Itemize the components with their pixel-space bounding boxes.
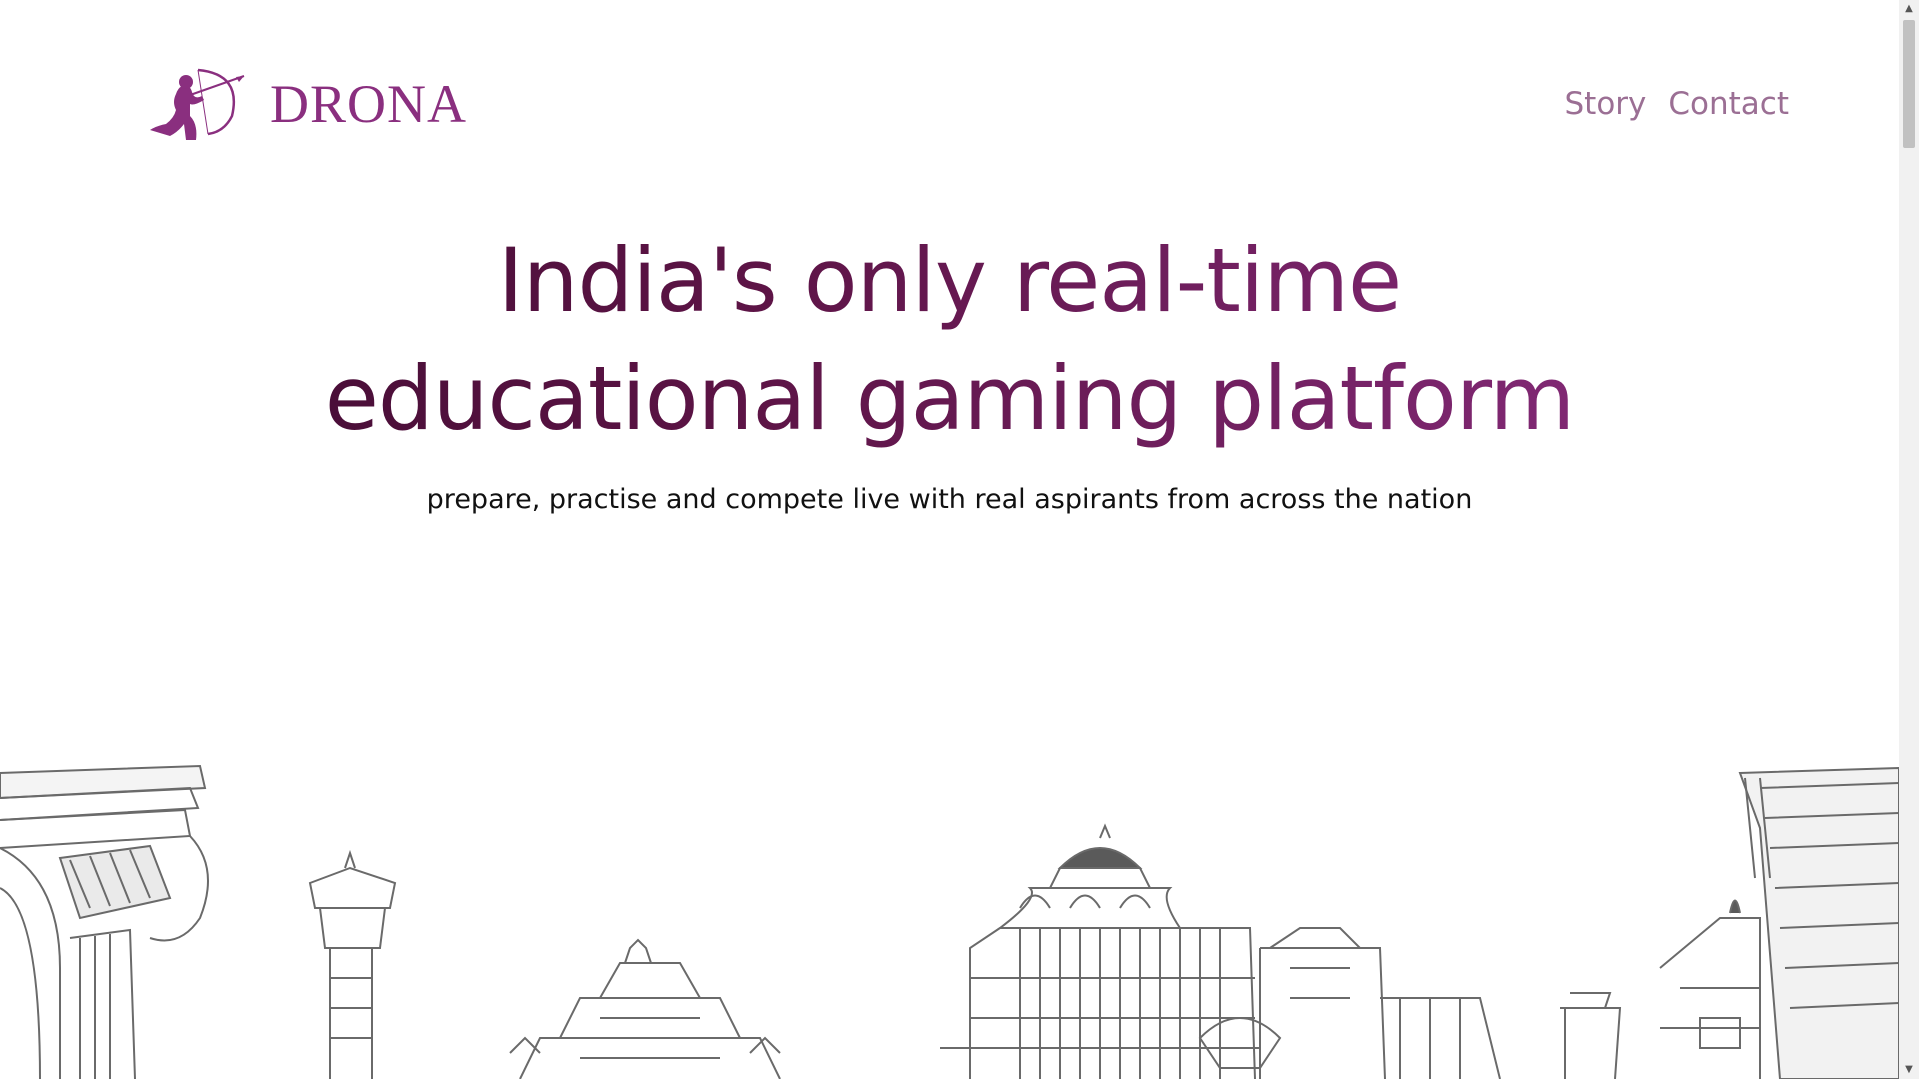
monuments-skyline-illustration (0, 764, 1899, 1079)
nav-story-link[interactable]: Story (1565, 86, 1647, 122)
temple-sketch (509, 938, 781, 1079)
right-fort-sketch (1659, 766, 1899, 1079)
domed-building-sketch (940, 823, 1282, 1079)
left-pillar-sketch (0, 764, 209, 1079)
page: DRONA Story Contact India's only real-ti… (0, 0, 1899, 1079)
hero-subtitle: prepare, practise and compete live with … (426, 484, 1473, 515)
hero-title: India's only real-time educational gamin… (0, 222, 1899, 458)
right-temple-sketch (1259, 927, 1622, 1079)
brand-name: DRONA (270, 74, 468, 134)
nav-contact-link[interactable]: Contact (1668, 86, 1789, 122)
arrow-up-icon[interactable]: ▲ (1899, 0, 1919, 18)
scrollbar-thumb[interactable] (1903, 20, 1915, 148)
archer-icon (150, 68, 245, 140)
arrow-down-icon[interactable]: ▼ (1899, 1061, 1919, 1079)
main-nav: Story Contact (1565, 86, 1790, 122)
brand-logo[interactable]: DRONA (146, 66, 467, 142)
hero-title-line-1: India's only real-time (497, 229, 1402, 332)
tower-sketch (308, 849, 397, 1079)
vertical-scrollbar[interactable]: ▲ ▼ (1899, 0, 1919, 1079)
hero-title-line-2: educational gaming platform (324, 347, 1575, 450)
